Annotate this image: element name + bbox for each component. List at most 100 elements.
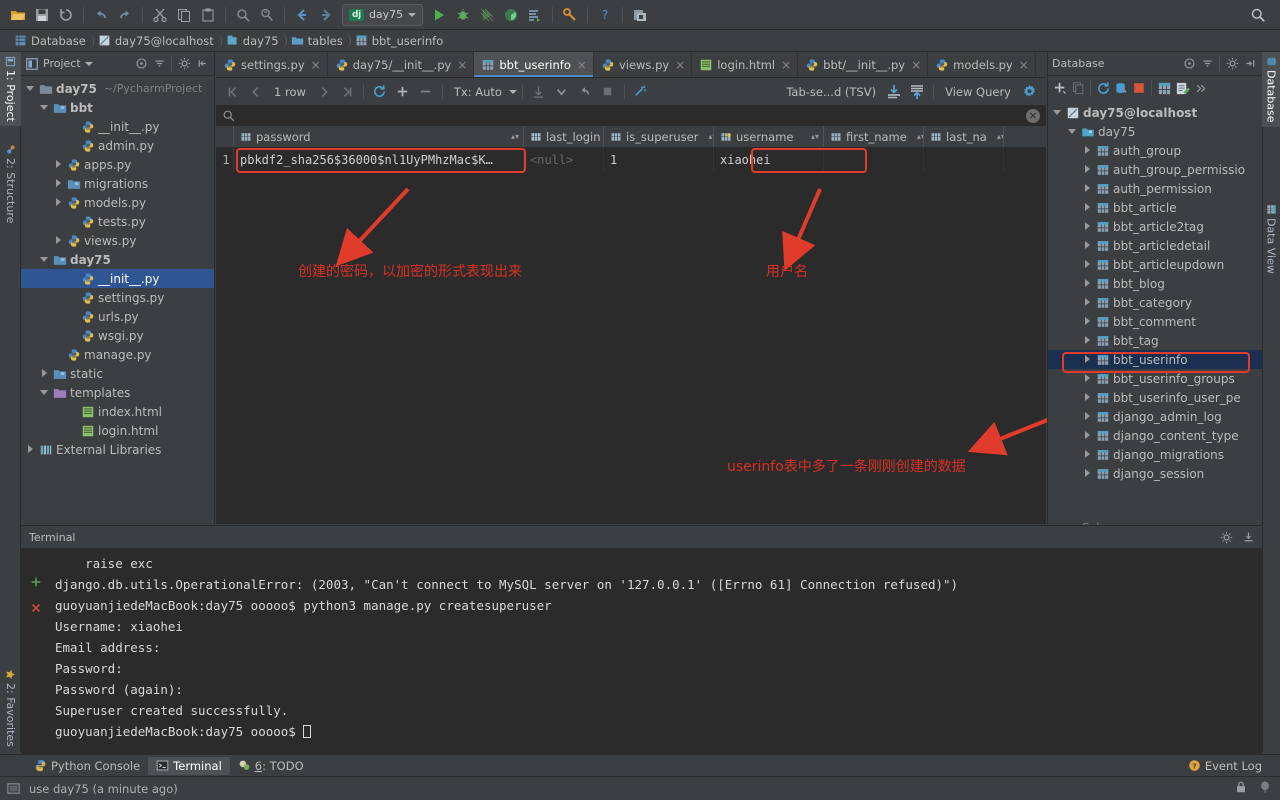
close-icon[interactable]: × xyxy=(911,58,921,72)
sync-icon[interactable] xyxy=(54,3,78,27)
run-icon[interactable] xyxy=(427,3,451,27)
transaction-mode-label[interactable]: Tx: Auto xyxy=(448,85,508,99)
project-tree-item[interactable]: index.html xyxy=(21,402,214,421)
database-tree-item[interactable]: bbt_category xyxy=(1048,293,1262,312)
sort-indicator-icon[interactable]: ▴▾ xyxy=(991,133,1004,141)
search-everywhere-icon[interactable] xyxy=(1246,3,1270,27)
find-icon[interactable] xyxy=(231,3,255,27)
project-tree-item[interactable]: views.py xyxy=(21,231,214,250)
project-tree-item[interactable]: tests.py xyxy=(21,212,214,231)
breadcrumb-item-database[interactable]: Database xyxy=(10,32,94,50)
database-tree-item[interactable]: django_migrations xyxy=(1048,445,1262,464)
export-format-label[interactable]: Tab-se...d (TSV) xyxy=(780,85,882,99)
settings-gear-icon[interactable] xyxy=(1018,81,1040,103)
datasource-properties-icon[interactable] xyxy=(1113,80,1129,96)
hide-icon[interactable] xyxy=(194,56,210,72)
project-tree-item[interactable]: __init__.py xyxy=(21,269,214,288)
database-tree-item[interactable]: bbt_blog xyxy=(1048,274,1262,293)
editor-tab[interactable]: login.html× xyxy=(692,52,798,77)
close-icon[interactable]: × xyxy=(1026,109,1040,123)
refresh-icon[interactable] xyxy=(1095,80,1111,96)
close-tab-icon[interactable] xyxy=(29,600,43,621)
gear-icon[interactable] xyxy=(1224,56,1240,72)
database-tree-item[interactable]: bbt_userinfo_user_pe xyxy=(1048,388,1262,407)
grid-column-header[interactable]: first_name▴▾ xyxy=(824,126,924,147)
grid-row[interactable]: 1pbkdf2_sha256$36000$nl1UyPMhzMac$K…<nul… xyxy=(216,148,1046,172)
event-log-button[interactable]: ? Event Log xyxy=(1180,757,1270,775)
paste-icon[interactable] xyxy=(196,3,220,27)
sort-indicator-icon[interactable]: ▴▾ xyxy=(505,133,519,141)
status-item-terminal[interactable]: Terminal xyxy=(148,757,230,775)
collapse-all-icon[interactable] xyxy=(151,56,167,72)
sidebar-item-structure[interactable]: 2: Structure xyxy=(0,140,21,227)
hide-icon[interactable] xyxy=(1240,529,1256,545)
database-tree-item[interactable]: auth_permission xyxy=(1048,179,1262,198)
grid-cell[interactable] xyxy=(924,148,1004,172)
sort-indicator-icon[interactable]: ▴▾ xyxy=(911,133,924,141)
import-icon[interactable] xyxy=(906,81,928,103)
close-icon[interactable]: × xyxy=(457,58,467,72)
database-tree-item[interactable]: day75 xyxy=(1048,122,1262,141)
database-tree-item[interactable]: bbt_userinfo_groups xyxy=(1048,369,1262,388)
project-tree-item[interactable]: templates xyxy=(21,383,214,402)
grid-search-icon[interactable] xyxy=(222,109,236,123)
project-tree-item[interactable]: models.py xyxy=(21,193,214,212)
add-row-icon[interactable] xyxy=(392,81,414,103)
vcs-update-icon[interactable] xyxy=(628,3,652,27)
copy-icon[interactable] xyxy=(172,3,196,27)
next-page-icon[interactable] xyxy=(313,81,335,103)
grid-column-header[interactable]: password▴▾ xyxy=(234,126,524,147)
profile-icon[interactable] xyxy=(499,3,523,27)
balloon-icon[interactable] xyxy=(1258,780,1272,797)
reload-icon[interactable] xyxy=(369,81,391,103)
project-tree-item[interactable]: bbt xyxy=(21,98,214,117)
rollback-icon[interactable] xyxy=(551,81,573,103)
project-tree-item[interactable]: External Libraries xyxy=(21,440,214,459)
grid-column-header[interactable]: last_na▴▾ xyxy=(924,126,1004,147)
collapse-all-icon[interactable] xyxy=(1199,56,1215,72)
export-icon[interactable] xyxy=(883,81,905,103)
database-tree-item[interactable]: auth_group_permissio xyxy=(1048,160,1262,179)
database-tree-item[interactable]: bbt_article xyxy=(1048,198,1262,217)
database-tree-item[interactable]: auth_group xyxy=(1048,141,1262,160)
grid-cell[interactable]: xiaohei xyxy=(714,148,824,172)
hide-icon[interactable] xyxy=(1242,56,1258,72)
database-tree-item[interactable]: django_session xyxy=(1048,464,1262,483)
database-tree-item[interactable]: django_admin_log xyxy=(1048,407,1262,426)
sidebar-item-data-view[interactable]: Data View xyxy=(1262,200,1280,278)
editor-tab[interactable]: settings.py× xyxy=(216,52,328,77)
more-icon[interactable] xyxy=(1192,80,1208,96)
sort-indicator-icon[interactable]: ▴▾ xyxy=(805,133,819,141)
stop-icon[interactable] xyxy=(597,81,619,103)
database-tree-item[interactable]: django_content_type xyxy=(1048,426,1262,445)
run-coverage-icon[interactable] xyxy=(475,3,499,27)
grid-column-header[interactable]: last_login▴▾ xyxy=(524,126,604,147)
settings-wrench-icon[interactable] xyxy=(558,3,582,27)
database-tree[interactable]: day75@localhostday75auth_groupauth_group… xyxy=(1048,100,1262,518)
add-tab-icon[interactable] xyxy=(29,574,43,595)
replace-icon[interactable] xyxy=(255,3,279,27)
project-tree-item[interactable]: login.html xyxy=(21,421,214,440)
breadcrumb-item-datasource[interactable]: day75@localhost xyxy=(94,32,222,50)
lock-icon[interactable] xyxy=(1234,780,1248,797)
project-tree-item[interactable]: day75 xyxy=(21,250,214,269)
redo-icon[interactable] xyxy=(113,3,137,27)
prev-page-icon[interactable] xyxy=(245,81,267,103)
sidebar-item-favorites[interactable]: 2: Favorites xyxy=(0,665,21,751)
project-tree-item[interactable]: migrations xyxy=(21,174,214,193)
stop-icon[interactable] xyxy=(1131,80,1147,96)
close-icon[interactable]: × xyxy=(1019,58,1029,72)
run-configuration-selector[interactable]: dj day75 xyxy=(342,4,423,26)
editor-tab[interactable]: models.py× xyxy=(928,52,1036,77)
debug-icon[interactable] xyxy=(451,3,475,27)
editor-tab[interactable]: views.py× xyxy=(594,52,692,77)
database-tree-item[interactable]: bbt_article2tag xyxy=(1048,217,1262,236)
project-tree-item[interactable]: admin.py xyxy=(21,136,214,155)
status-item-todo[interactable]: 6: TODO xyxy=(230,757,312,775)
database-tree-item[interactable]: bbt_tag xyxy=(1048,331,1262,350)
grid-cell[interactable] xyxy=(824,148,924,172)
project-tree-item[interactable]: day75~/PycharmProject xyxy=(21,79,214,98)
open-folder-icon[interactable] xyxy=(6,3,30,27)
database-tree-item[interactable]: bbt_articledetail xyxy=(1048,236,1262,255)
grid-cell[interactable]: pbkdf2_sha256$36000$nl1UyPMhzMac$K… xyxy=(234,148,524,172)
